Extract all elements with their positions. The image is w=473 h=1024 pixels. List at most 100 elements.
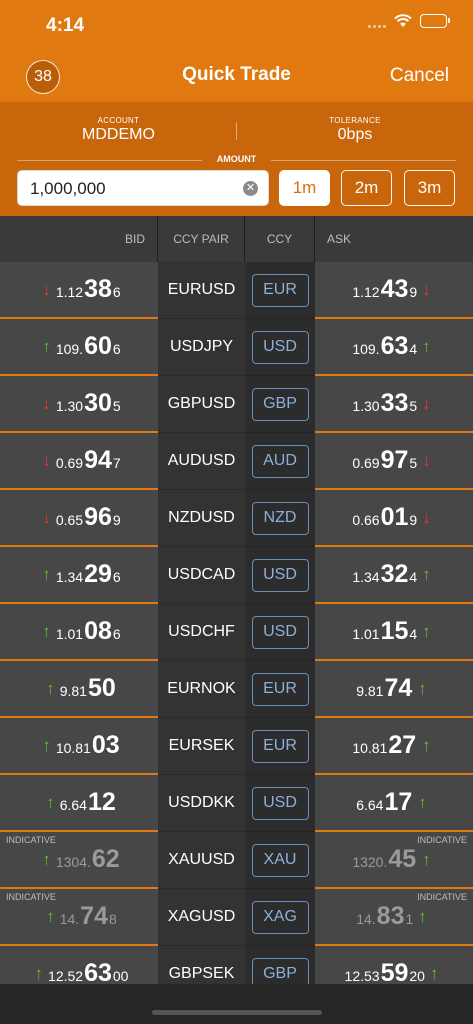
- bid-price: 1.34 29 6: [56, 560, 121, 589]
- price-big-figure: 97: [380, 446, 409, 474]
- price-prefix: 1320.: [352, 854, 388, 870]
- price-big-figure: 15: [380, 617, 409, 645]
- clear-icon[interactable]: ✕: [243, 181, 258, 196]
- rates-list[interactable]: ↓ 1.12 38 6 EURUSD EUR 1.12 43 9 ↓ ↑ 109. 60 6 USDJPY U…: [0, 262, 473, 984]
- bid-cell[interactable]: INDICATIVE ↑ 14. 74 8: [0, 889, 158, 946]
- ask-cell[interactable]: 109. 63 4 ↑: [315, 319, 473, 376]
- price-prefix: 0.65: [55, 512, 84, 528]
- price-prefix: 9.81: [59, 683, 87, 699]
- bid-cell[interactable]: ↑ 1.34 29 6: [0, 547, 158, 604]
- header-ccy-pair: CCY PAIR: [158, 216, 245, 262]
- bid-cell[interactable]: ↑ 10.81 03: [0, 718, 158, 775]
- ccy-cell: EUR: [245, 661, 315, 718]
- ask-cell[interactable]: 1.12 43 9 ↓: [315, 262, 473, 319]
- bid-price: 12.52 63 00: [48, 959, 128, 984]
- quick-amount-button[interactable]: 1m: [279, 170, 330, 206]
- bid-cell[interactable]: ↑ 109. 60 6: [0, 319, 158, 376]
- arrow-down-icon: ↓: [42, 450, 51, 470]
- ask-cell[interactable]: 1.01 15 4 ↑: [315, 604, 473, 661]
- arrow-up-icon: ↑: [42, 564, 51, 584]
- price-big-figure: 33: [380, 389, 409, 417]
- ccy-toggle-button[interactable]: NZD: [251, 501, 309, 535]
- ccy-toggle-button[interactable]: USD: [251, 330, 309, 364]
- ask-cell[interactable]: INDICATIVE 14. 83 1 ↑: [315, 889, 473, 946]
- price-big-figure: 96: [84, 503, 112, 531]
- ccy-toggle-button[interactable]: XAG: [251, 900, 309, 934]
- ask-cell[interactable]: 0.69 97 5 ↓: [315, 433, 473, 490]
- bid-cell[interactable]: ↑ 9.81 50: [0, 661, 158, 718]
- ccy-toggle-button[interactable]: USD: [251, 786, 309, 820]
- bid-cell[interactable]: ↑ 1.01 08 6: [0, 604, 158, 661]
- price-prefix: 6.64: [59, 797, 87, 813]
- tolerance-field[interactable]: TOLERANCE 0bps: [237, 116, 473, 144]
- ccy-cell: EUR: [245, 262, 315, 319]
- bid-price: 1.01 08 6: [56, 617, 121, 646]
- ccy-pair: EURUSD: [158, 262, 245, 319]
- ask-price: 109. 63 4: [352, 332, 417, 361]
- ccy-pair: EURNOK: [158, 661, 245, 718]
- price-pip: 7: [112, 455, 121, 471]
- ccy-pair: USDDKK: [158, 775, 245, 832]
- ask-cell[interactable]: INDICATIVE 1320. 45 ↑: [315, 832, 473, 889]
- indicative-label: INDICATIVE: [6, 892, 56, 902]
- ask-price: 1320. 45: [352, 845, 417, 874]
- bid-cell[interactable]: ↓ 1.30 30 5: [0, 376, 158, 433]
- arrow-down-icon: ↓: [422, 507, 431, 527]
- ask-price: 1.01 15 4: [352, 617, 417, 646]
- ask-cell[interactable]: 1.34 32 4 ↑: [315, 547, 473, 604]
- ask-cell[interactable]: 0.66 01 9 ↓: [315, 490, 473, 547]
- price-pip: 4: [409, 341, 418, 357]
- table-row: ↓ 0.69 94 7 AUDUSD AUD 0.69 97 5 ↓: [0, 433, 473, 490]
- price-pip: 5: [409, 455, 418, 471]
- ask-cell[interactable]: 1.30 33 5 ↓: [315, 376, 473, 433]
- price-big-figure: 83: [376, 902, 405, 930]
- ccy-toggle-button[interactable]: EUR: [251, 672, 309, 706]
- price-pip: 00: [112, 968, 129, 984]
- bid-cell[interactable]: ↓ 0.65 96 9: [0, 490, 158, 547]
- bid-cell[interactable]: ↑ 12.52 63 00: [0, 946, 158, 984]
- bid-cell[interactable]: ↑ 6.64 12: [0, 775, 158, 832]
- table-row: ↑ 1.34 29 6 USDCAD USD 1.34 32 4 ↑: [0, 547, 473, 604]
- quick-amount-button[interactable]: 3m: [404, 170, 455, 206]
- arrow-down-icon: ↓: [422, 393, 431, 413]
- ask-cell[interactable]: 12.53 59 20 ↑: [315, 946, 473, 984]
- account-field[interactable]: ACCOUNT MDDEMO: [0, 116, 237, 144]
- ask-cell[interactable]: 6.64 17 ↑: [315, 775, 473, 832]
- ccy-toggle-button[interactable]: EUR: [251, 273, 309, 307]
- bid-cell[interactable]: INDICATIVE ↑ 1304. 62: [0, 832, 158, 889]
- home-indicator[interactable]: [152, 1010, 322, 1015]
- header-ccy: CCY: [245, 216, 315, 262]
- price-big-figure: 30: [84, 389, 112, 417]
- price-pip: 4: [409, 626, 418, 642]
- price-big-figure: 74: [80, 902, 108, 930]
- bid-cell[interactable]: ↓ 1.12 38 6: [0, 262, 158, 319]
- ask-cell[interactable]: 9.81 74 ↑: [315, 661, 473, 718]
- ccy-pair: GBPUSD: [158, 376, 245, 433]
- ccy-cell: AUD: [245, 433, 315, 490]
- cancel-button[interactable]: Cancel: [390, 65, 449, 87]
- price-prefix: 1.30: [352, 398, 380, 414]
- arrow-up-icon: ↑: [46, 678, 55, 698]
- bid-cell[interactable]: ↓ 0.69 94 7: [0, 433, 158, 490]
- ask-cell[interactable]: 10.81 27 ↑: [315, 718, 473, 775]
- ccy-toggle-button[interactable]: EUR: [251, 729, 309, 763]
- table-row: ↑ 109. 60 6 USDJPY USD 109. 63 4 ↑: [0, 319, 473, 376]
- ccy-toggle-button[interactable]: GBP: [251, 387, 309, 421]
- header-ask: ASK: [327, 232, 352, 246]
- amount-value: 1,000,000: [30, 179, 106, 198]
- ask-price: 14. 83 1: [356, 902, 413, 931]
- ccy-toggle-button[interactable]: GBP: [251, 957, 309, 984]
- price-prefix: 14.: [59, 911, 80, 927]
- table-row: ↑ 9.81 50 EURNOK EUR 9.81 74 ↑: [0, 661, 473, 718]
- ccy-toggle-button[interactable]: USD: [251, 615, 309, 649]
- ccy-toggle-button[interactable]: AUD: [251, 444, 309, 478]
- ccy-toggle-button[interactable]: USD: [251, 558, 309, 592]
- price-big-figure: 03: [91, 731, 120, 759]
- price-pip: 5: [112, 398, 121, 414]
- ccy-cell: USD: [245, 604, 315, 661]
- ccy-cell: NZD: [245, 490, 315, 547]
- ccy-toggle-button[interactable]: XAU: [251, 843, 309, 877]
- quick-amount-button[interactable]: 2m: [341, 170, 392, 206]
- amount-input[interactable]: 1,000,000 ✕: [17, 170, 269, 206]
- account-value: MDDEMO: [82, 126, 155, 143]
